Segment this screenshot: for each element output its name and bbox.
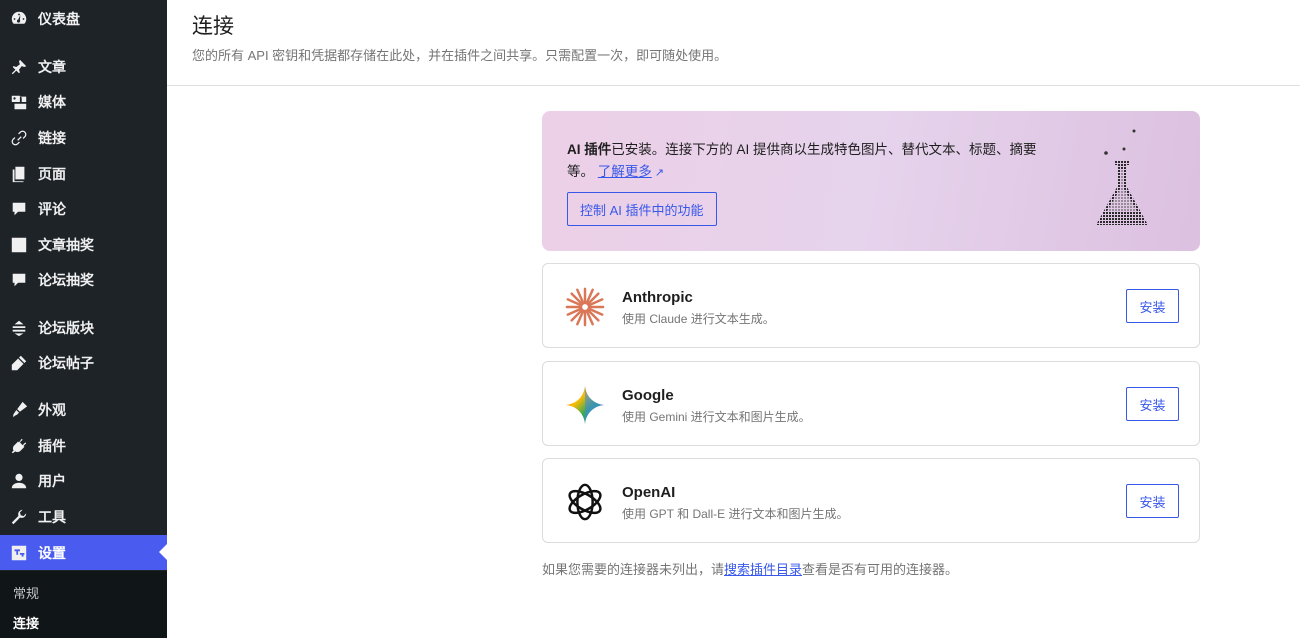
install-anthropic-button[interactable]: 安装 [1126, 289, 1179, 323]
sidebar-item-dashboard[interactable]: 仪表盘 [0, 1, 167, 36]
link-icon [9, 128, 29, 148]
forum-board-icon [9, 318, 29, 338]
install-google-button[interactable]: 安装 [1126, 387, 1179, 421]
plugin-icon [9, 436, 29, 456]
sidebar-item-comments[interactable]: 评论 [0, 191, 167, 226]
external-link-icon: ↗ [654, 167, 664, 179]
sidebar-item-plugins[interactable]: 插件 [0, 428, 167, 463]
sidebar-item-label: 媒体 [38, 93, 66, 110]
sidebar-item-label: 用户 [38, 472, 66, 489]
sidebar-item-label: 外观 [38, 401, 66, 418]
anthropic-icon [563, 285, 607, 329]
wrench-icon [9, 507, 29, 527]
post-lottery-icon [9, 235, 29, 255]
dashboard-icon [9, 9, 29, 29]
control-ai-features-button[interactable]: 控制 AI 插件中的功能 [567, 192, 717, 226]
page-icon [9, 164, 29, 184]
footer-text-before: 如果您需要的连接器未列出，请 [542, 562, 725, 577]
page-header: 连接 您的所有 API 密钥和凭据都存储在此处，并在插件之间共享。只需配置一次，… [167, 0, 1300, 86]
submenu-item-general[interactable]: 常规 [13, 583, 39, 602]
sidebar-item-forum-posts[interactable]: 论坛帖子 [0, 345, 167, 380]
sidebar-item-label: 页面 [38, 165, 66, 182]
connector-card-anthropic: Anthropic 使用 Claude 进行文本生成。 安装 [542, 263, 1200, 348]
connector-card-openai: OpenAI 使用 GPT 和 Dall-E 进行文本和图片生成。 安装 [542, 458, 1200, 543]
settings-submenu: 常规 连接 [0, 571, 167, 638]
sidebar-item-label: 论坛抽奖 [38, 271, 94, 288]
sidebar-item-label: 文章抽奖 [38, 236, 94, 253]
sidebar-item-appearance[interactable]: 外观 [0, 392, 167, 427]
sidebar-item-forum-lottery[interactable]: 论坛抽奖 [0, 262, 167, 297]
forum-post-icon [9, 353, 29, 373]
footer-text-after: 查看是否有可用的连接器。 [802, 562, 959, 577]
banner-text: AI 插件已安装。连接下方的 AI 提供商以生成特色图片、替代文本、标题、摘要等… [567, 139, 1047, 184]
sidebar-item-tools[interactable]: 工具 [0, 499, 167, 534]
connector-name: OpenAI [622, 484, 676, 501]
connector-description: 使用 Claude 进行文本生成。 [622, 312, 775, 326]
settings-icon [9, 543, 29, 563]
sidebar-item-label: 工具 [38, 508, 66, 525]
page-title: 连接 [192, 15, 234, 38]
sidebar-item-label: 论坛帖子 [38, 354, 94, 371]
sidebar-item-forum-boards[interactable]: 论坛版块 [0, 310, 167, 345]
banner-bold: AI 插件 [567, 142, 612, 157]
sidebar-item-label: 文章 [38, 58, 66, 75]
admin-sidebar: 仪表盘 文章 媒体 链接 页面 评论 文章抽奖 论坛抽奖 论坛版块 论坛帖子 外… [0, 0, 167, 638]
footer-note: 如果您需要的连接器未列出，请搜索插件目录查看是否有可用的连接器。 [542, 559, 958, 578]
gemini-icon [563, 383, 607, 427]
connector-description: 使用 GPT 和 Dall-E 进行文本和图片生成。 [622, 507, 849, 521]
learn-more-link[interactable]: 了解更多 [598, 164, 652, 179]
install-openai-button[interactable]: 安装 [1126, 484, 1179, 518]
search-plugin-directory-link[interactable]: 搜索插件目录 [724, 562, 802, 577]
sidebar-item-label: 设置 [38, 544, 66, 561]
connector-description: 使用 Gemini 进行文本和图片生成。 [622, 410, 811, 424]
submenu-item-connections[interactable]: 连接 [13, 613, 39, 632]
sidebar-item-post-lottery[interactable]: 文章抽奖 [0, 227, 167, 262]
forum-lottery-icon [9, 270, 29, 290]
brush-icon [9, 400, 29, 420]
sidebar-item-label: 论坛版块 [38, 319, 94, 336]
sidebar-item-label: 插件 [38, 437, 66, 454]
sidebar-item-users[interactable]: 用户 [0, 463, 167, 498]
user-icon [9, 471, 29, 491]
sidebar-item-posts[interactable]: 文章 [0, 49, 167, 84]
connector-name: Anthropic [622, 289, 693, 306]
page-subtitle: 您的所有 API 密钥和凭据都存储在此处，并在插件之间共享。只需配置一次，即可随… [192, 48, 728, 63]
openai-icon [563, 480, 607, 524]
sidebar-item-links[interactable]: 链接 [0, 120, 167, 155]
flask-icon [1096, 129, 1148, 225]
sidebar-item-media[interactable]: 媒体 [0, 84, 167, 119]
media-icon [9, 92, 29, 112]
sidebar-item-pages[interactable]: 页面 [0, 156, 167, 191]
connector-name: Google [622, 387, 674, 404]
sidebar-item-label: 仪表盘 [38, 10, 80, 27]
comment-icon [9, 199, 29, 219]
sidebar-item-settings[interactable]: 设置 [0, 535, 167, 570]
ai-plugin-banner: AI 插件已安装。连接下方的 AI 提供商以生成特色图片、替代文本、标题、摘要等… [542, 111, 1200, 251]
sidebar-item-label: 链接 [38, 129, 66, 146]
pin-icon [9, 57, 29, 77]
connector-card-google: Google 使用 Gemini 进行文本和图片生成。 安装 [542, 361, 1200, 446]
sidebar-item-label: 评论 [38, 200, 66, 217]
